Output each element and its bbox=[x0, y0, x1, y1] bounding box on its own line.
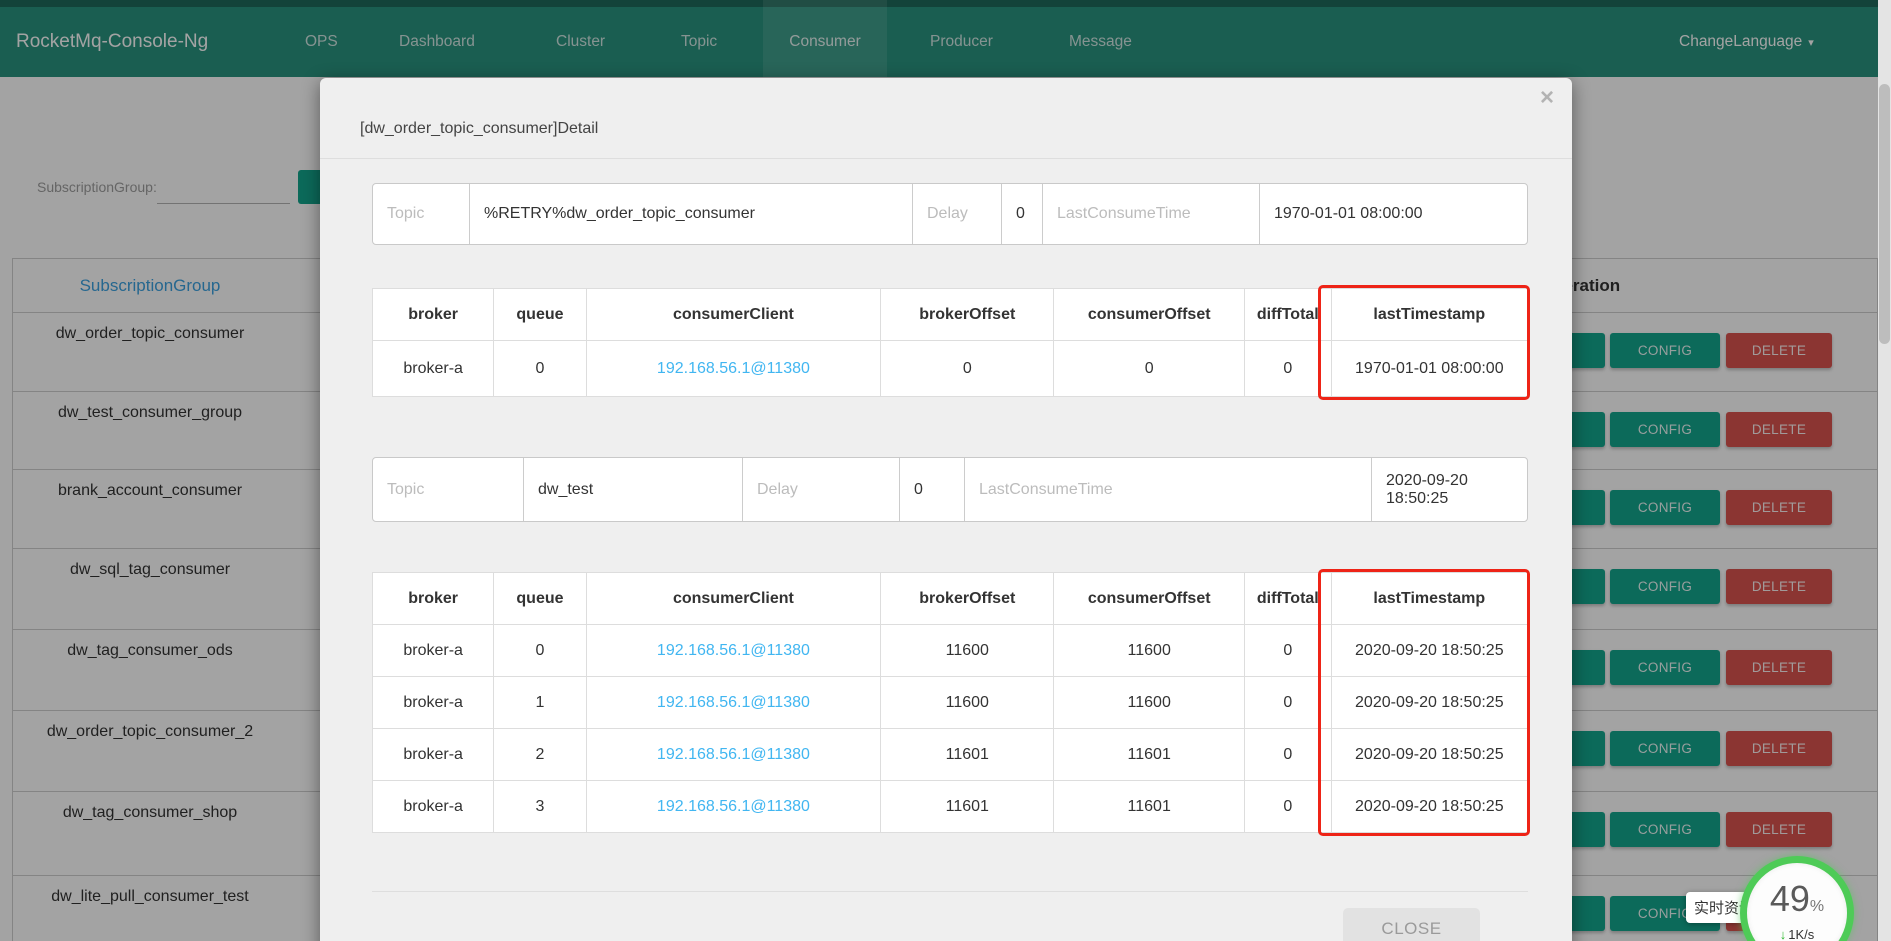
retry-queue-table-wrap: broker queue consumerClient brokerOffset… bbox=[372, 288, 1528, 397]
consumer-offset-cell: 11600 bbox=[1054, 677, 1245, 729]
consumer-client-link[interactable]: 192.168.56.1@11380 bbox=[586, 341, 881, 397]
table-row: broker-a 1 192.168.56.1@11380 11600 1160… bbox=[373, 677, 1528, 729]
last-timestamp-cell: 2020-09-20 18:50:25 bbox=[1331, 781, 1527, 833]
col-diff-total: diffTotal bbox=[1244, 573, 1331, 625]
col-consumer-client: consumerClient bbox=[586, 573, 881, 625]
table-header-row: broker queue consumerClient brokerOffset… bbox=[373, 289, 1528, 341]
close-button[interactable]: CLOSE bbox=[1343, 908, 1480, 941]
delay-label: Delay bbox=[743, 458, 899, 521]
broker-offset-cell: 11600 bbox=[881, 677, 1054, 729]
consumer-detail-modal: × [dw_order_topic_consumer]Detail Topic … bbox=[320, 78, 1572, 941]
consumer-client-link[interactable]: 192.168.56.1@11380 bbox=[586, 677, 881, 729]
delay-value: 0 bbox=[899, 458, 965, 521]
diff-total-cell: 0 bbox=[1244, 625, 1331, 677]
topic-label: Topic bbox=[373, 458, 523, 521]
delay-value: 0 bbox=[1001, 184, 1043, 244]
dw-test-field-group: Topic dw_test Delay 0 LastConsumeTime 20… bbox=[372, 457, 1528, 522]
broker-cell: broker-a bbox=[373, 677, 494, 729]
col-broker-offset: brokerOffset bbox=[881, 573, 1054, 625]
dw-test-section: Topic dw_test Delay 0 LastConsumeTime 20… bbox=[372, 457, 1528, 833]
last-timestamp-cell: 1970-01-01 08:00:00 bbox=[1331, 341, 1527, 397]
topic-label: Topic bbox=[373, 184, 469, 244]
table-row: broker-a 0 192.168.56.1@11380 0 0 0 1970… bbox=[373, 341, 1528, 397]
modal-title: [dw_order_topic_consumer]Detail bbox=[360, 120, 1532, 138]
last-timestamp-cell: 2020-09-20 18:50:25 bbox=[1331, 677, 1527, 729]
broker-cell: broker-a bbox=[373, 729, 494, 781]
table-row: broker-a 0 192.168.56.1@11380 11600 1160… bbox=[373, 625, 1528, 677]
diff-total-cell: 0 bbox=[1244, 341, 1331, 397]
diff-total-cell: 0 bbox=[1244, 677, 1331, 729]
col-broker: broker bbox=[373, 289, 494, 341]
consumer-offset-cell: 11601 bbox=[1054, 729, 1245, 781]
last-timestamp-cell: 2020-09-20 18:50:25 bbox=[1331, 625, 1527, 677]
dw-test-queue-table-wrap: broker queue consumerClient brokerOffset… bbox=[372, 572, 1528, 833]
table-header-row: broker queue consumerClient brokerOffset… bbox=[373, 573, 1528, 625]
last-consume-time-value: 2020-09-20 18:50:25 bbox=[1371, 458, 1527, 521]
queue-cell: 3 bbox=[494, 781, 586, 833]
consumer-client-link[interactable]: 192.168.56.1@11380 bbox=[586, 625, 881, 677]
queue-cell: 0 bbox=[494, 341, 586, 397]
table-row: broker-a 2 192.168.56.1@11380 11601 1160… bbox=[373, 729, 1528, 781]
col-last-timestamp: lastTimestamp bbox=[1331, 573, 1527, 625]
consumer-client-link[interactable]: 192.168.56.1@11380 bbox=[586, 781, 881, 833]
modal-header: [dw_order_topic_consumer]Detail bbox=[320, 78, 1572, 159]
broker-offset-cell: 11601 bbox=[881, 729, 1054, 781]
col-consumer-offset: consumerOffset bbox=[1054, 573, 1245, 625]
broker-offset-cell: 11601 bbox=[881, 781, 1054, 833]
broker-cell: broker-a bbox=[373, 781, 494, 833]
down-arrow-icon: ↓ bbox=[1780, 927, 1787, 941]
download-speed: ↓1K/s bbox=[1747, 927, 1847, 941]
col-diff-total: diffTotal bbox=[1244, 289, 1331, 341]
percent-value: 49% bbox=[1747, 881, 1847, 925]
retry-topic-field-group: Topic %RETRY%dw_order_topic_consumer Del… bbox=[372, 183, 1528, 245]
retry-queue-table: broker queue consumerClient brokerOffset… bbox=[372, 288, 1528, 397]
queue-cell: 2 bbox=[494, 729, 586, 781]
col-broker-offset: brokerOffset bbox=[881, 289, 1054, 341]
col-consumer-offset: consumerOffset bbox=[1054, 289, 1245, 341]
modal-body: Topic %RETRY%dw_order_topic_consumer Del… bbox=[320, 159, 1572, 941]
consumer-offset-cell: 11600 bbox=[1054, 625, 1245, 677]
last-consume-time-label: LastConsumeTime bbox=[1043, 184, 1259, 244]
col-last-timestamp: lastTimestamp bbox=[1331, 289, 1527, 341]
topic-value: %RETRY%dw_order_topic_consumer bbox=[469, 184, 913, 244]
table-row: broker-a 3 192.168.56.1@11380 11601 1160… bbox=[373, 781, 1528, 833]
broker-cell: broker-a bbox=[373, 625, 494, 677]
broker-offset-cell: 11600 bbox=[881, 625, 1054, 677]
topic-value: dw_test bbox=[523, 458, 743, 521]
consumer-client-link[interactable]: 192.168.56.1@11380 bbox=[586, 729, 881, 781]
col-queue: queue bbox=[494, 289, 586, 341]
scrollbar[interactable] bbox=[1878, 0, 1891, 941]
modal-footer: CLOSE bbox=[372, 891, 1528, 941]
broker-offset-cell: 0 bbox=[881, 341, 1054, 397]
col-consumer-client: consumerClient bbox=[586, 289, 881, 341]
screen: RocketMq-Console-Ng OPS Dashboard Cluste… bbox=[0, 0, 1891, 941]
col-broker: broker bbox=[373, 573, 494, 625]
delay-label: Delay bbox=[913, 184, 1001, 244]
queue-cell: 1 bbox=[494, 677, 586, 729]
close-icon[interactable]: × bbox=[1540, 86, 1554, 110]
dw-test-queue-table: broker queue consumerClient brokerOffset… bbox=[372, 572, 1528, 833]
queue-cell: 0 bbox=[494, 625, 586, 677]
last-consume-time-value: 1970-01-01 08:00:00 bbox=[1259, 184, 1527, 244]
consumer-offset-cell: 0 bbox=[1054, 341, 1245, 397]
scrollbar-thumb[interactable] bbox=[1879, 84, 1890, 344]
diff-total-cell: 0 bbox=[1244, 781, 1331, 833]
last-timestamp-cell: 2020-09-20 18:50:25 bbox=[1331, 729, 1527, 781]
col-queue: queue bbox=[494, 573, 586, 625]
diff-total-cell: 0 bbox=[1244, 729, 1331, 781]
consumer-offset-cell: 11601 bbox=[1054, 781, 1245, 833]
broker-cell: broker-a bbox=[373, 341, 494, 397]
last-consume-time-label: LastConsumeTime bbox=[965, 458, 1371, 521]
